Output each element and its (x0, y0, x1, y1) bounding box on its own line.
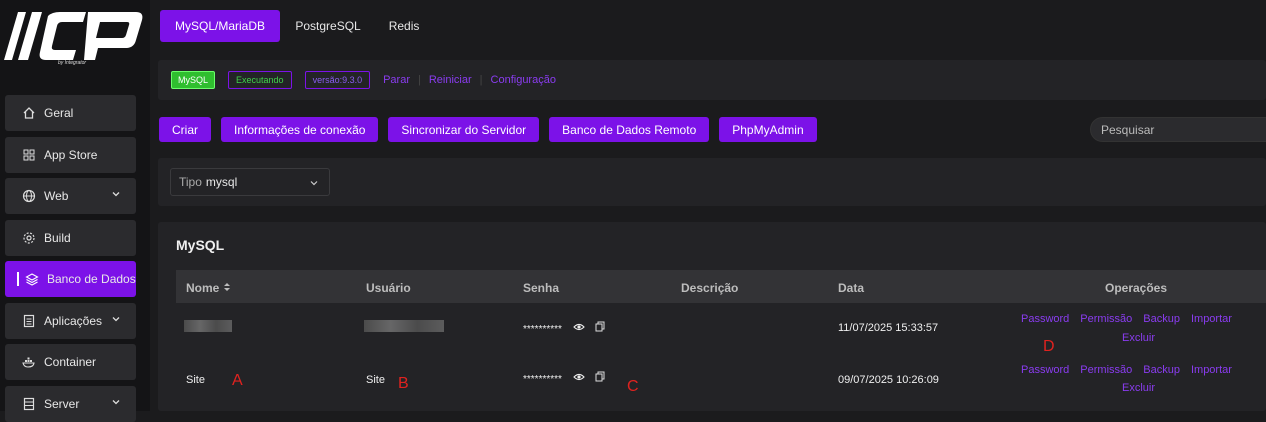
annotation-marker-b: B (398, 375, 409, 392)
import-link[interactable]: Importar (1191, 364, 1232, 376)
database-tabs: MySQL/MariaDB PostgreSQL Redis (160, 10, 434, 42)
sort-icon[interactable] (223, 282, 231, 292)
chevron-down-icon (112, 400, 120, 405)
type-select-value: mysql (205, 175, 238, 189)
sync-server-button[interactable]: Sincronizar do Servidor (388, 117, 540, 142)
type-select-label: Tipo (179, 175, 202, 189)
phpmyadmin-button[interactable]: PhpMyAdmin (719, 117, 817, 142)
layers-icon (25, 272, 39, 286)
annotation-marker-a: A (232, 372, 243, 389)
gear-icon (22, 231, 36, 245)
backup-link[interactable]: Backup (1143, 364, 1180, 376)
sidebar-item-geral[interactable]: Geral (5, 95, 136, 131)
database-table-panel: MySQL Nome Usuário Senha Descrição Data … (158, 222, 1266, 411)
password-link[interactable]: Password (1021, 313, 1069, 325)
home-icon (22, 106, 36, 120)
table-row: Site Site ********** 09/07/2025 10:26:09… (176, 354, 1266, 404)
column-header-data: Data (838, 281, 865, 295)
password-link[interactable]: Password (1021, 364, 1069, 376)
column-header-usuario: Usuário (366, 281, 411, 295)
sidebar-item-label: Build (44, 231, 71, 245)
main-content: MySQL/MariaDB PostgreSQL Redis MySQL Exe… (150, 0, 1266, 411)
delete-link[interactable]: Excluir (1122, 382, 1155, 394)
date-value: 11/07/2025 15:33:57 (838, 322, 939, 334)
column-header-operacoes: Operações (1105, 281, 1168, 295)
tab-postgresql[interactable]: PostgreSQL (282, 10, 374, 42)
eye-icon[interactable] (573, 372, 585, 382)
sidebar-item-web[interactable]: Web (5, 178, 136, 214)
engine-badge: MySQL (171, 71, 216, 89)
password-value: ********** (523, 324, 562, 335)
sidebar-item-label: Web (44, 189, 69, 203)
import-link[interactable]: Importar (1191, 313, 1232, 325)
delete-link[interactable]: Excluir (1122, 332, 1155, 344)
chevron-down-icon (112, 192, 120, 197)
globe-icon (22, 189, 36, 203)
divider: | (479, 74, 483, 86)
column-header-nome[interactable]: Nome (186, 281, 231, 295)
restart-link[interactable]: Reiniciar (429, 74, 472, 86)
operations: Password Permissão Backup Importar (1021, 313, 1266, 325)
sidebar-item-banco-de-dados[interactable]: Banco de Dados (5, 261, 136, 297)
permission-link[interactable]: Permissão (1080, 313, 1132, 325)
annotation-marker-d: D (1043, 338, 1055, 355)
table-header: Nome Usuário Senha Descrição Data Operaç… (176, 270, 1266, 303)
sidebar: by Integrator Geral App Store Web Build … (0, 0, 150, 422)
permission-link[interactable]: Permissão (1080, 364, 1132, 376)
connection-info-button[interactable]: Informações de conexão (221, 117, 379, 142)
filter-bar: Tipo mysql (158, 158, 1266, 206)
configuration-link[interactable]: Configuração (491, 74, 556, 86)
annotation-marker-c: C (627, 378, 639, 395)
sidebar-item-label: Container (44, 355, 97, 369)
chevron-down-icon (112, 317, 120, 322)
table-title: MySQL (176, 237, 225, 253)
tab-redis[interactable]: Redis (374, 10, 434, 42)
sidebar-item-label: Server (44, 397, 80, 411)
user-value: Site (366, 374, 385, 386)
copy-icon[interactable] (595, 371, 605, 382)
active-indicator (17, 272, 19, 286)
sidebar-item-label: Aplicações (44, 314, 103, 328)
sidebar-item-container[interactable]: Container (5, 344, 136, 380)
backup-link[interactable]: Backup (1143, 313, 1180, 325)
divider: | (418, 74, 421, 86)
eye-icon[interactable] (573, 322, 585, 332)
logo-subtitle: by Integrator (58, 60, 87, 66)
sidebar-item-app-store[interactable]: App Store (5, 137, 136, 173)
sidebar-item-server[interactable]: Server (5, 386, 136, 422)
name-value: Site (186, 374, 205, 386)
column-header-descricao: Descrição (681, 281, 739, 295)
docker-icon (22, 355, 36, 369)
password-value: ********** (523, 374, 562, 385)
server-icon (22, 397, 36, 411)
stop-link[interactable]: Parar (383, 74, 410, 86)
copy-icon[interactable] (595, 321, 605, 332)
tab-mysql-mariadb[interactable]: MySQL/MariaDB (160, 10, 281, 42)
sidebar-item-aplicacoes[interactable]: Aplicações (5, 303, 136, 339)
status-bar: MySQL Executando versão:9.3.0 Parar | Re… (158, 60, 1266, 100)
type-select[interactable]: Tipo mysql (170, 168, 330, 196)
sidebar-item-label: Geral (44, 106, 74, 120)
operations: Password Permissão Backup Importar (1021, 364, 1266, 376)
create-button[interactable]: Criar (159, 117, 211, 142)
chevron-down-icon (310, 181, 318, 186)
column-header-senha: Senha (523, 281, 560, 295)
remote-database-button[interactable]: Banco de Dados Remoto (549, 117, 710, 142)
redacted-name (184, 320, 232, 332)
sidebar-item-label: App Store (44, 148, 98, 162)
sidebar-item-label: Banco de Dados (47, 272, 136, 286)
document-icon (22, 314, 36, 328)
toolbar: Criar Informações de conexão Sincronizar… (159, 117, 827, 142)
redacted-user (364, 320, 444, 332)
version-badge: versão:9.3.0 (304, 71, 371, 89)
search-input[interactable]: Pesquisar (1090, 117, 1266, 142)
table-row: ********** 11/07/2025 15:33:57 Password P… (176, 304, 1266, 354)
status-badge: Executando (228, 71, 292, 89)
sidebar-item-build[interactable]: Build (5, 220, 136, 256)
grid-icon (22, 148, 36, 162)
date-value: 09/07/2025 10:26:09 (838, 374, 939, 386)
